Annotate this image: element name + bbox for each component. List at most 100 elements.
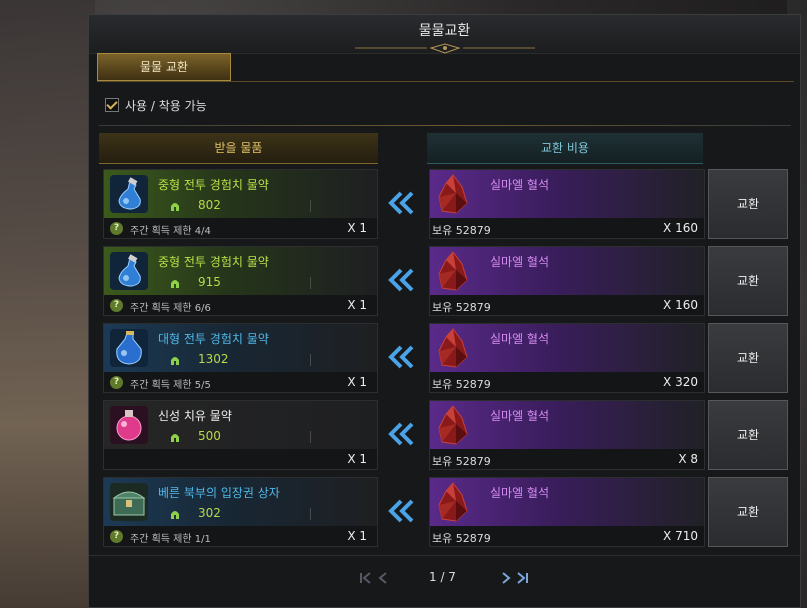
cost-header: 교환 비용 xyxy=(427,133,703,164)
cost-quantity: X 160 xyxy=(663,298,698,312)
cost-item-name: 실마엘 혈석 xyxy=(490,486,550,500)
item-footer: ? X 1 xyxy=(104,449,377,469)
double-chevron-left-icon xyxy=(388,345,414,369)
item-name: 중형 전투 경험치 물약 xyxy=(158,178,269,192)
double-chevron-left-icon xyxy=(388,268,414,292)
receive-quantity: X 1 xyxy=(347,298,367,312)
pagination: 1 / 7 xyxy=(89,567,802,589)
potion-large-blue-icon xyxy=(110,329,148,367)
help-icon[interactable]: ? xyxy=(110,222,123,235)
first-page-icon[interactable] xyxy=(359,571,373,585)
cost-item-card[interactable]: 실마엘 혈석 보유 52879 X 8 xyxy=(429,400,705,470)
owned-amount: 보유 52879 xyxy=(432,224,491,237)
receive-item-card[interactable]: 베른 북부의 입장권 상자 302 ? 주간 획득 제한 1/1 X 1 xyxy=(103,477,378,547)
cost-footer: 보유 52879 X 320 xyxy=(430,372,704,392)
cost-quantity: X 320 xyxy=(663,375,698,389)
cost-footer: 보유 52879 X 160 xyxy=(430,295,704,315)
help-icon[interactable]: ? xyxy=(110,530,123,543)
cost-footer: 보유 52879 X 710 xyxy=(430,526,704,546)
tab-divider xyxy=(97,81,794,82)
double-chevron-left-icon xyxy=(388,191,414,215)
usable-filter-label: 사용 / 착용 가능 xyxy=(125,98,207,113)
weekly-limit: 주간 획득 제한 4/4 xyxy=(130,226,211,237)
help-icon[interactable]: ? xyxy=(110,299,123,312)
helmet-icon xyxy=(171,511,179,519)
tab-barter[interactable]: 물물 교환 xyxy=(97,53,231,81)
item-name: 베른 북부의 입장권 상자 xyxy=(158,486,280,500)
double-chevron-left-icon xyxy=(388,499,414,523)
background-left xyxy=(0,0,95,608)
helmet-icon xyxy=(171,434,179,442)
cost-item-card[interactable]: 실마엘 혈석 보유 52879 X 320 xyxy=(429,323,705,393)
prev-page-icon[interactable] xyxy=(377,571,391,585)
item-footer: ? 주간 획득 제한 1/1 X 1 xyxy=(104,526,377,546)
help-icon[interactable]: ? xyxy=(110,376,123,389)
cost-item-card[interactable]: 실마엘 혈석 보유 52879 X 710 xyxy=(429,477,705,547)
last-page-icon[interactable] xyxy=(515,571,529,585)
item-points: 915 xyxy=(198,275,221,289)
cost-item-name: 실마엘 혈석 xyxy=(490,409,550,423)
owned-amount: 보유 52879 xyxy=(432,455,491,468)
value-divider xyxy=(310,277,311,289)
item-footer: ? 주간 획득 제한 5/5 X 1 xyxy=(104,372,377,392)
helmet-icon xyxy=(171,280,179,288)
usable-filter[interactable]: 사용 / 착용 가능 xyxy=(105,95,207,115)
receive-item-card[interactable]: 중형 전투 경험치 물약 915 ? 주간 획득 제한 6/6 X 1 xyxy=(103,246,378,316)
section-divider xyxy=(99,125,791,126)
cost-item-name: 실마엘 혈석 xyxy=(490,332,550,346)
receive-item-card[interactable]: 중형 전투 경험치 물약 802 ? 주간 획득 제한 4/4 X 1 xyxy=(103,169,378,239)
barter-row: 신성 치유 물약 500 ? X 1 실마엘 혈석 xyxy=(89,400,802,474)
item-footer: ? 주간 획득 제한 6/6 X 1 xyxy=(104,295,377,315)
owned-amount: 보유 52879 xyxy=(432,301,491,314)
cost-item-card[interactable]: 실마엘 혈석 보유 52879 X 160 xyxy=(429,246,705,316)
cost-quantity: X 710 xyxy=(663,529,698,543)
bloodstone-icon xyxy=(438,482,468,522)
item-name: 신성 치유 물약 xyxy=(158,409,232,423)
exchange-button[interactable]: 교환 xyxy=(708,323,788,393)
barter-row: 중형 전투 경험치 물약 915 ? 주간 획득 제한 6/6 X 1 실마엘 … xyxy=(89,246,802,320)
owned-amount: 보유 52879 xyxy=(432,378,491,391)
cost-footer: 보유 52879 X 160 xyxy=(430,218,704,238)
barter-row: 중형 전투 경험치 물약 802 ? 주간 획득 제한 4/4 X 1 실마엘 … xyxy=(89,169,802,243)
cost-glow xyxy=(430,170,704,218)
cost-glow xyxy=(430,247,704,295)
receive-item-card[interactable]: 대형 전투 경험치 물약 1302 ? 주간 획득 제한 5/5 X 1 xyxy=(103,323,378,393)
footer-divider xyxy=(89,555,802,556)
item-points: 302 xyxy=(198,506,221,520)
item-points: 802 xyxy=(198,198,221,212)
potion-blue-icon xyxy=(110,175,148,213)
cost-glow xyxy=(430,401,704,449)
helmet-icon xyxy=(171,203,179,211)
page-indicator: 1 / 7 xyxy=(429,570,456,584)
next-page-icon[interactable] xyxy=(499,571,513,585)
bloodstone-icon xyxy=(438,174,468,214)
receive-quantity: X 1 xyxy=(347,452,367,466)
cost-footer: 보유 52879 X 8 xyxy=(430,449,704,469)
barter-window: 물물교환 물물 교환 사용 / 착용 가능 받을 물품 교환 비용 중형 전투 … xyxy=(88,14,802,608)
exchange-button[interactable]: 교환 xyxy=(708,400,788,470)
exchange-button[interactable]: 교환 xyxy=(708,477,788,547)
helmet-icon xyxy=(171,357,179,365)
item-footer: ? 주간 획득 제한 4/4 X 1 xyxy=(104,218,377,238)
receive-item-card[interactable]: 신성 치유 물약 500 ? X 1 xyxy=(103,400,378,470)
exchange-button[interactable]: 교환 xyxy=(708,169,788,239)
owned-amount: 보유 52879 xyxy=(432,532,491,545)
exchange-button[interactable]: 교환 xyxy=(708,246,788,316)
potion-blue-icon xyxy=(110,252,148,290)
bloodstone-icon xyxy=(438,328,468,368)
item-points: 500 xyxy=(198,429,221,443)
cost-item-card[interactable]: 실마엘 혈석 보유 52879 X 160 xyxy=(429,169,705,239)
usable-checkbox[interactable] xyxy=(105,98,119,112)
receive-header: 받을 물품 xyxy=(99,133,378,164)
item-points: 1302 xyxy=(198,352,229,366)
item-name: 중형 전투 경험치 물약 xyxy=(158,255,269,269)
bloodstone-icon xyxy=(438,405,468,445)
weekly-limit: 주간 획득 제한 1/1 xyxy=(130,534,211,545)
receive-quantity: X 1 xyxy=(347,375,367,389)
chest-icon xyxy=(110,483,148,521)
weekly-limit: 주간 획득 제한 6/6 xyxy=(130,303,211,314)
receive-quantity: X 1 xyxy=(347,221,367,235)
potion-pink-icon xyxy=(110,406,148,444)
weekly-limit: 주간 획득 제한 5/5 xyxy=(130,380,211,391)
cost-item-name: 실마엘 혈석 xyxy=(490,255,550,269)
